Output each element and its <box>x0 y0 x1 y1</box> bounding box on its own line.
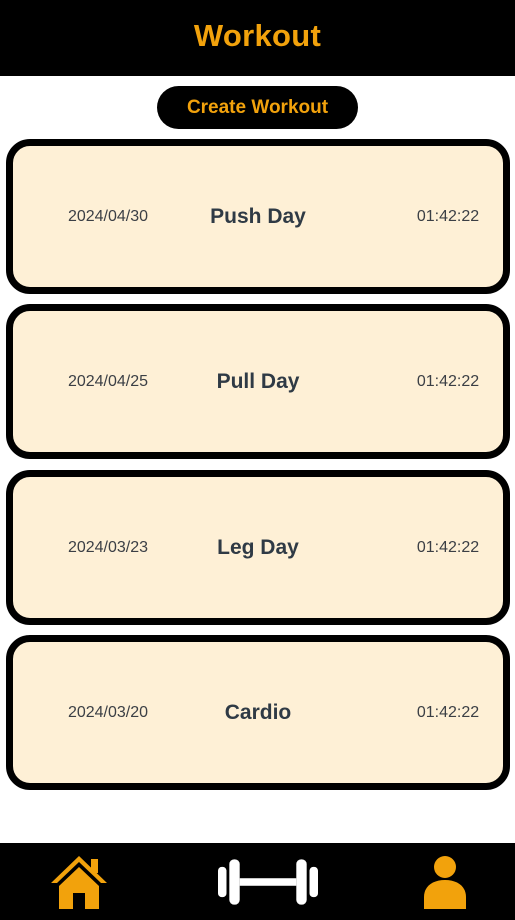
nav-home-button[interactable] <box>29 843 129 920</box>
create-workout-button[interactable]: Create Workout <box>157 86 358 129</box>
workout-card[interactable]: 2024/04/25 Pull Day 01:42:22 <box>6 304 510 459</box>
workout-name: Cardio <box>224 700 292 724</box>
workout-duration: 01:42:22 <box>416 207 480 225</box>
workout-name: Pull Day <box>216 369 300 393</box>
app-header: Workout <box>0 0 515 76</box>
home-icon <box>51 855 107 909</box>
nav-workout-button[interactable] <box>218 843 318 920</box>
workout-card[interactable]: 2024/04/30 Push Day 01:42:22 <box>6 139 510 294</box>
bottom-nav <box>0 843 515 920</box>
workout-duration: 01:42:22 <box>416 703 480 721</box>
user-icon <box>424 855 466 909</box>
nav-profile-button[interactable] <box>395 843 495 920</box>
workout-card[interactable]: 2024/03/20 Cardio 01:42:22 <box>6 635 510 790</box>
page-title: Workout <box>193 18 322 53</box>
workout-duration: 01:42:22 <box>416 538 480 556</box>
dumbbell-icon <box>218 858 318 905</box>
workout-card[interactable]: 2024/03/23 Leg Day 01:42:22 <box>6 470 510 625</box>
workout-name: Push Day <box>210 204 306 228</box>
workout-name: Leg Day <box>217 535 299 559</box>
workout-duration: 01:42:22 <box>416 372 480 390</box>
